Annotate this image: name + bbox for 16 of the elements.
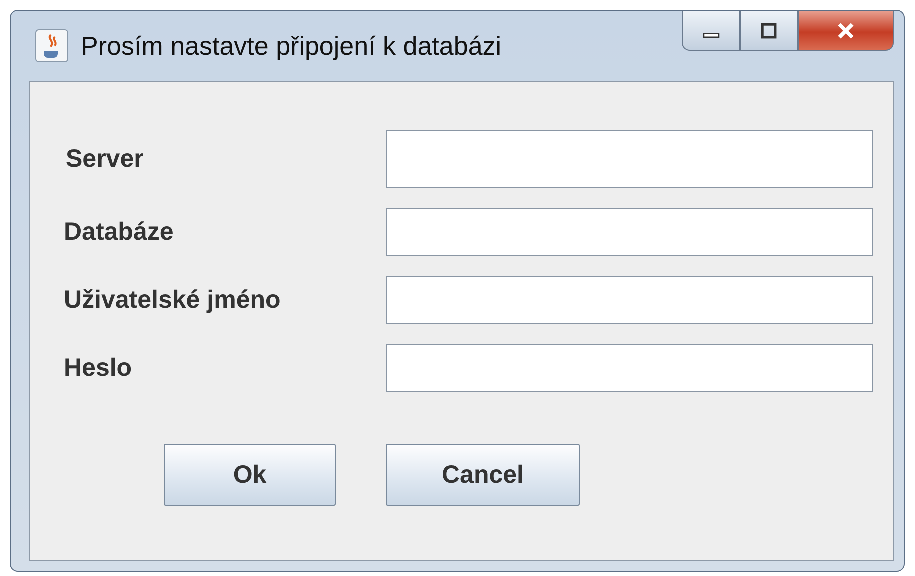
input-field[interactable]: [386, 276, 873, 324]
field-label: Heslo: [64, 354, 134, 382]
minimize-icon: [702, 33, 720, 38]
field-label: Uživatelské jméno: [64, 286, 282, 314]
window-title: Prosím nastavte připojení k databázi: [81, 30, 502, 62]
field-label: Server: [65, 144, 145, 174]
field-label: Databáze: [64, 218, 175, 246]
input-field[interactable]: [386, 208, 873, 256]
ok-button[interactable]: Ok: [164, 444, 336, 506]
input-field[interactable]: [386, 130, 873, 188]
minimize-button[interactable]: [682, 11, 740, 51]
cancel-button[interactable]: Cancel: [386, 444, 580, 506]
input-field[interactable]: [386, 344, 873, 392]
close-button[interactable]: [798, 11, 894, 51]
cup-icon: [35, 29, 69, 63]
maximize-button[interactable]: [740, 11, 798, 51]
